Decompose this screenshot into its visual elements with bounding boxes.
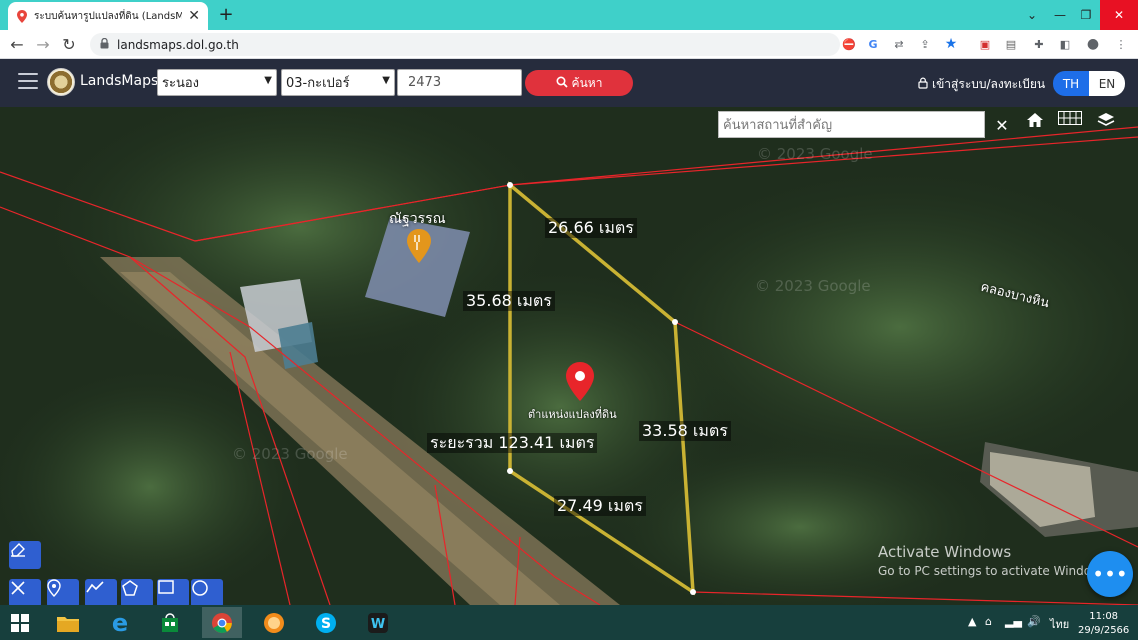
browser-tab-strip: ระบบค้นหารูปแปลงที่ดิน (LandsMaps ✕ + ⌄ … [0,0,1138,30]
polygon-tool-icon[interactable] [121,579,153,605]
address-bar-row: ← → ↻ landsmaps.dol.go.th [0,30,1138,59]
new-tab-button[interactable]: + [216,4,236,25]
forward-icon[interactable]: → [30,35,56,54]
restore-button[interactable]: ❐ [1070,0,1102,30]
bookmark-star-icon[interactable]: ★ [942,35,960,53]
store-icon[interactable] [150,607,190,638]
internet-explorer-icon[interactable]: e [100,607,140,638]
clock-date: 29/9/2566 [1078,625,1130,636]
polyline-tool-icon[interactable] [85,579,117,605]
share-icon[interactable]: ⇪ [916,35,934,53]
login-link[interactable]: เข้าสู่ระบบ/ลงทะเบียน [918,75,1045,94]
windows-taskbar: e S W ▲ ⌂ ▂▄ 🔊 ไทย 11:08 29/9/2566 [0,605,1138,640]
more-options-button[interactable]: ••• [1087,551,1133,597]
keyboard-language[interactable]: ไทย [1050,615,1069,633]
close-window-button[interactable]: ✕ [1100,0,1138,30]
screen: ระบบค้นหารูปแปลงที่ดิน (LandsMaps ✕ + ⌄ … [0,0,1138,640]
search-icon [556,75,568,91]
pin-label: ตำแหน่งแปลงที่ดิน [528,408,617,421]
url-field[interactable]: landsmaps.dol.go.th [90,33,840,56]
measure-left-side: 35.68 เมตร [463,291,555,311]
extension-doc-icon[interactable]: ▤ [1002,35,1020,53]
svg-text:S: S [321,616,331,632]
province-value: ระนอง [162,76,200,91]
grid-toggle-icon[interactable] [1058,111,1088,139]
province-select[interactable]: ระนอง ▼ [157,69,277,96]
eraser-tool-icon[interactable] [9,541,41,569]
dol-logo [47,68,75,96]
poi-label: ณัฐวรรณ [389,211,446,227]
webex-icon[interactable]: W [358,607,398,638]
side-panel-icon[interactable]: ◧ [1056,35,1074,53]
satellite-map [0,107,1138,605]
layers-icon[interactable] [1097,111,1125,139]
extensions-puzzle-icon[interactable]: ✚ [1030,35,1048,53]
activate-title: Activate Windows [878,543,1012,561]
lock-icon [100,37,109,52]
app-header: LandsMaps ระนอง ▼ 03-กะเปอร์ ▼ 2473 ค้นห… [0,59,1138,107]
chrome-icon[interactable] [202,607,242,638]
lang-en-button[interactable]: EN [1089,71,1125,96]
rectangle-tool-icon[interactable] [157,579,189,605]
lock-icon [918,77,928,92]
back-icon[interactable]: ← [4,35,30,54]
tray-expand-icon[interactable]: ▲ [968,615,976,628]
blocked-icon[interactable]: ⛔ [840,35,858,53]
activate-subtitle: Go to PC settings to activate Windows. [878,564,1112,578]
search-label: ค้นหา [571,75,603,90]
chevron-down-icon: ▼ [382,75,390,86]
brand-name: LandsMaps [80,73,159,89]
measure-right-side: 33.58 เมตร [639,421,731,441]
google-watermark: © 2023 Google [232,445,348,463]
google-icon[interactable]: G [864,35,882,53]
circle-tool-icon[interactable] [191,579,223,605]
tab-close-icon[interactable]: ✕ [188,8,200,24]
media-app-icon[interactable] [254,607,294,638]
svg-text:W: W [371,617,385,632]
login-label: เข้าสู่ระบบ/ลงทะเบียน [932,77,1046,91]
file-explorer-icon[interactable] [48,607,88,638]
place-search-input[interactable]: ค้นหาสถานที่สำคัญ [718,111,985,138]
system-clock[interactable]: 11:08 29/9/2566 [1078,610,1129,638]
clock-time: 11:08 [1089,611,1119,622]
network-icon[interactable]: ⌂ [985,615,992,628]
district-select[interactable]: 03-กะเปอร์ ▼ [281,69,395,96]
windows-start-icon[interactable] [0,607,40,638]
map-pin-favicon-icon [16,9,28,23]
google-watermark: © 2023 Google [757,145,873,163]
menu-kebab-icon[interactable]: ⋮ [1112,35,1130,53]
google-watermark: © 2023 Google [755,277,871,295]
measure-tool-icon[interactable] [9,579,41,605]
pdf-extension-icon[interactable]: ▣ [976,35,994,53]
skype-icon[interactable]: S [306,607,346,638]
home-icon[interactable] [1026,111,1054,139]
point-tool-icon[interactable] [47,579,79,605]
browser-tab[interactable]: ระบบค้นหารูปแปลงที่ดิน (LandsMaps ✕ [8,2,208,30]
url-text: landsmaps.dol.go.th [117,37,239,52]
signal-icon[interactable]: ▂▄ [1005,615,1022,628]
search-button[interactable]: ค้นหา [525,70,633,96]
measure-bottom-side: 27.49 เมตร [554,496,646,516]
activate-windows-notice: Activate Windows Go to PC settings to ac… [878,543,1111,578]
reload-icon[interactable]: ↻ [56,35,82,54]
profile-avatar-icon[interactable]: ● [1084,35,1102,53]
lang-th-button[interactable]: TH [1053,71,1089,96]
chevron-down-icon: ▼ [264,75,272,86]
map-view[interactable]: © 2023 Google © 2023 Google © 2023 Googl… [0,107,1138,605]
translate-icon[interactable]: ⇄ [890,35,908,53]
volume-icon[interactable]: 🔊 [1027,615,1041,628]
district-value: 03-กะเปอร์ [286,76,350,91]
measure-total: ระยะรวม 123.41 เมตร [427,433,598,453]
tab-title: ระบบค้นหารูปแปลงที่ดิน (LandsMaps [34,10,183,22]
close-search-icon[interactable]: ✕ [988,111,1016,139]
hamburger-menu-icon[interactable] [18,73,38,91]
measure-top-side: 26.66 เมตร [545,218,637,238]
parcel-number-input[interactable]: 2473 [397,69,522,96]
